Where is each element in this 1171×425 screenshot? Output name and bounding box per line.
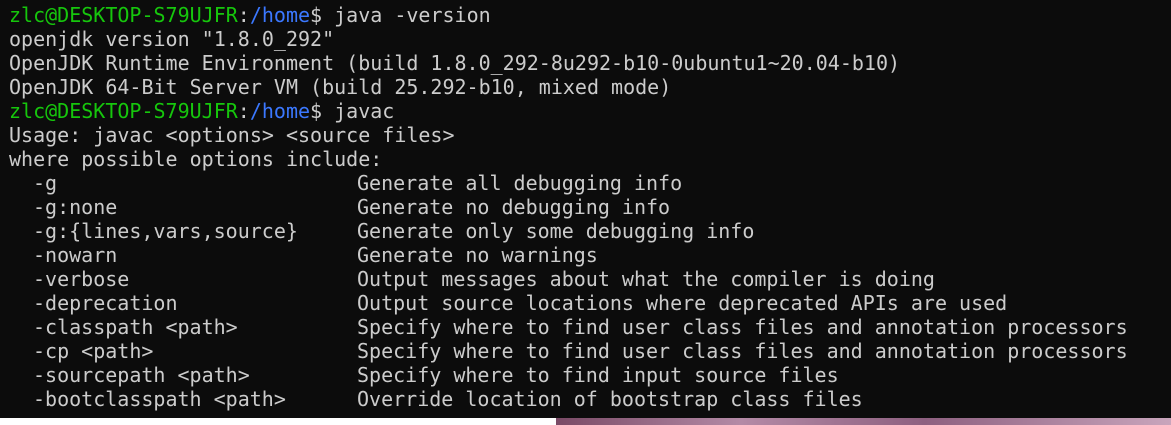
option-description: Generate no warnings xyxy=(357,243,598,267)
option-description: Override location of bootstrap class fil… xyxy=(357,387,863,411)
option-row: -bootclasspath <path> Override location o… xyxy=(9,387,1171,411)
option-row: -sourcepath <path> Specify where to find … xyxy=(9,363,1171,387)
option-flag: -verbose xyxy=(33,267,130,291)
option-flag: -classpath <path> xyxy=(33,315,238,339)
prompt-line: zlc@DESKTOP-S79UJFR:/home$ javac xyxy=(9,99,1171,123)
output-line: OpenJDK Runtime Environment (build 1.8.0… xyxy=(9,51,901,75)
prompt-user-host: zlc@DESKTOP-S79UJFR xyxy=(9,3,238,27)
prompt-line: zlc@DESKTOP-S79UJFR:/home$ java -version xyxy=(9,3,1171,27)
command-text: javac xyxy=(334,99,395,123)
option-description: Specify where to find user class files a… xyxy=(357,315,1128,339)
option-row: -g:none Generate no debugging info xyxy=(9,195,1171,219)
prompt-separator: : xyxy=(237,99,250,123)
option-flag: -bootclasspath <path> xyxy=(33,387,286,411)
output-line: OpenJDK 64-Bit Server VM (build 25.292-b… xyxy=(9,75,672,99)
option-flag: -cp <path> xyxy=(33,339,154,363)
prompt-suffix: $ xyxy=(310,99,335,123)
prompt-path: /home xyxy=(249,3,311,27)
option-row: -cp <path> Specify where to find user cla… xyxy=(9,339,1171,363)
option-description: Generate all debugging info xyxy=(357,171,683,195)
desktop-background-image xyxy=(556,418,1171,425)
option-row: -classpath <path> Specify where to find u… xyxy=(9,315,1171,339)
option-description: Generate only some debugging info xyxy=(357,219,755,243)
option-flag: -deprecation xyxy=(33,291,178,315)
option-row: -verbose Output messages about what the c… xyxy=(9,267,1171,291)
output-line: openjdk version "1.8.0_292" xyxy=(9,27,335,51)
option-description: Specify where to find user class files a… xyxy=(357,339,1128,363)
terminal-window[interactable]: zlc@DESKTOP-S79UJFR:/home$ java -version… xyxy=(0,0,1171,418)
prompt-suffix: $ xyxy=(310,3,335,27)
prompt-separator: : xyxy=(237,3,250,27)
option-description: Specify where to find input source files xyxy=(357,363,839,387)
terminal-output: zlc@DESKTOP-S79UJFR:/home$ java -version… xyxy=(9,3,1171,411)
option-description: Output source locations where deprecated… xyxy=(357,291,1008,315)
option-row: -g:{lines,vars,source} Generate only some… xyxy=(9,219,1171,243)
option-flag: -g:{lines,vars,source} xyxy=(33,219,298,243)
usage-line: Usage: javac <options> <source files> xyxy=(9,123,455,147)
option-row: -deprecation Output source locations wher… xyxy=(9,291,1171,315)
option-description: Output messages about what the compiler … xyxy=(357,267,935,291)
option-flag: -g:none xyxy=(33,195,118,219)
option-row: -g Generate all debugging info xyxy=(9,171,1171,195)
option-flag: -nowarn xyxy=(33,243,118,267)
option-description: Generate no debugging info xyxy=(357,195,671,219)
options-header: where possible options include: xyxy=(9,147,383,171)
prompt-user-host: zlc@DESKTOP-S79UJFR xyxy=(9,99,238,123)
option-flag: -sourcepath <path> xyxy=(33,363,250,387)
prompt-path: /home xyxy=(249,99,311,123)
option-flag: -g xyxy=(33,171,58,195)
command-text: java -version xyxy=(334,3,491,27)
option-row: -nowarn Generate no warnings xyxy=(9,243,1171,267)
